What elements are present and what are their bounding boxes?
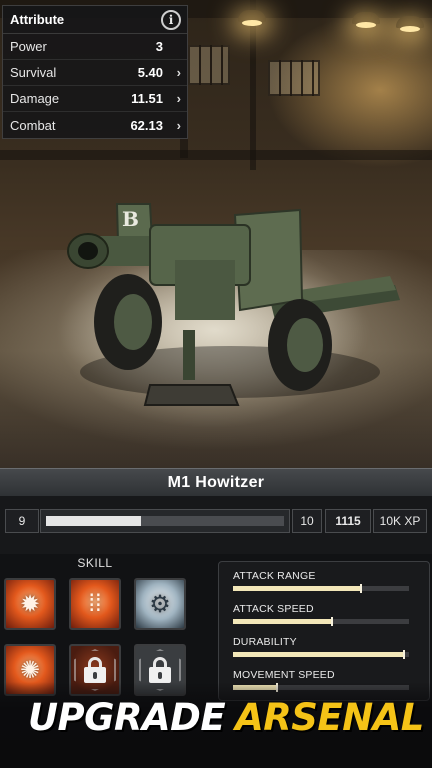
stat-fill xyxy=(233,652,404,657)
attribute-row-survival[interactable]: Survival 5.40 › xyxy=(3,60,187,86)
banner-word-upgrade: UPGRADE xyxy=(28,696,226,739)
attribute-row-combat[interactable]: Combat 62.13 › xyxy=(3,112,187,138)
attribute-value: 5.40 xyxy=(137,65,163,80)
current-level: 9 xyxy=(5,509,39,533)
stats-panel: ATTACK RANGE ATTACK SPEED DURABILITY MOV… xyxy=(218,561,430,701)
attribute-header: Attribute i xyxy=(3,6,187,34)
skill-slot-bullets[interactable]: ⁞⁞ xyxy=(69,578,121,630)
skill-slot-bomb[interactable]: ✹ xyxy=(4,578,56,630)
attribute-row-power: Power 3 xyxy=(3,34,187,60)
promo-banner: UPGRADE ARSENAL xyxy=(0,682,432,768)
hangar-scene: B Attribute i Power 3 Survival 5.40 › Da… xyxy=(0,0,432,468)
stat-fill xyxy=(233,619,332,624)
banner-headline: UPGRADE ARSENAL xyxy=(28,696,424,739)
xp-progress-fill xyxy=(46,516,141,526)
attribute-name: Combat xyxy=(10,117,56,133)
chevron-right-icon[interactable]: › xyxy=(163,118,181,133)
attribute-panel: Attribute i Power 3 Survival 5.40 › Dama… xyxy=(2,5,188,139)
stat-attack-range: ATTACK RANGE xyxy=(233,570,423,593)
xp-current: 1115 xyxy=(325,509,371,533)
stat-durability: DURABILITY xyxy=(233,636,423,659)
attribute-name: Survival xyxy=(10,65,57,80)
lock-icon xyxy=(149,657,171,683)
xp-required: 10K XP xyxy=(373,509,427,533)
stat-label: DURABILITY xyxy=(233,636,297,648)
chevron-right-icon[interactable]: › xyxy=(163,91,181,106)
stat-label: MOVEMENT SPEED xyxy=(233,669,335,681)
stat-label: ATTACK SPEED xyxy=(233,603,314,615)
skill-label: SKILL xyxy=(77,556,113,570)
level-progress-row: 9 10 1115 10K XP xyxy=(0,496,432,554)
skill-slot-engine[interactable]: ⚙ xyxy=(134,578,186,630)
attribute-value: 3 xyxy=(155,39,163,54)
stat-label: ATTACK RANGE xyxy=(233,570,316,582)
bomb-icon: ✹ xyxy=(19,590,41,618)
chevron-right-icon[interactable]: › xyxy=(163,65,181,80)
xp-progress-remaining xyxy=(141,516,284,526)
stat-attack-speed: ATTACK SPEED xyxy=(233,603,423,626)
attribute-name: Damage xyxy=(10,91,60,106)
engine-icon: ⚙ xyxy=(149,590,171,618)
banner-word-arsenal: ARSENAL xyxy=(235,696,424,739)
attribute-name: Power xyxy=(10,39,47,54)
next-level: 10 xyxy=(292,509,322,533)
vehicle-name: M1 Howitzer xyxy=(167,473,265,491)
unit-marking: B xyxy=(122,207,139,231)
xp-progress-bar xyxy=(40,509,290,533)
attribute-value: 62.13 xyxy=(130,117,163,133)
info-icon[interactable]: i xyxy=(161,9,181,30)
attribute-row-damage[interactable]: Damage 11.51 › xyxy=(3,86,187,112)
bullets-icon: ⁞⁞ xyxy=(88,590,102,617)
lock-icon xyxy=(84,657,106,683)
attribute-value: 11.51 xyxy=(131,91,163,106)
vehicle-name-bar: M1 Howitzer xyxy=(0,468,432,496)
explosion-icon: ✺ xyxy=(19,656,41,684)
stat-fill xyxy=(233,586,361,591)
attribute-title: Attribute xyxy=(10,12,65,27)
